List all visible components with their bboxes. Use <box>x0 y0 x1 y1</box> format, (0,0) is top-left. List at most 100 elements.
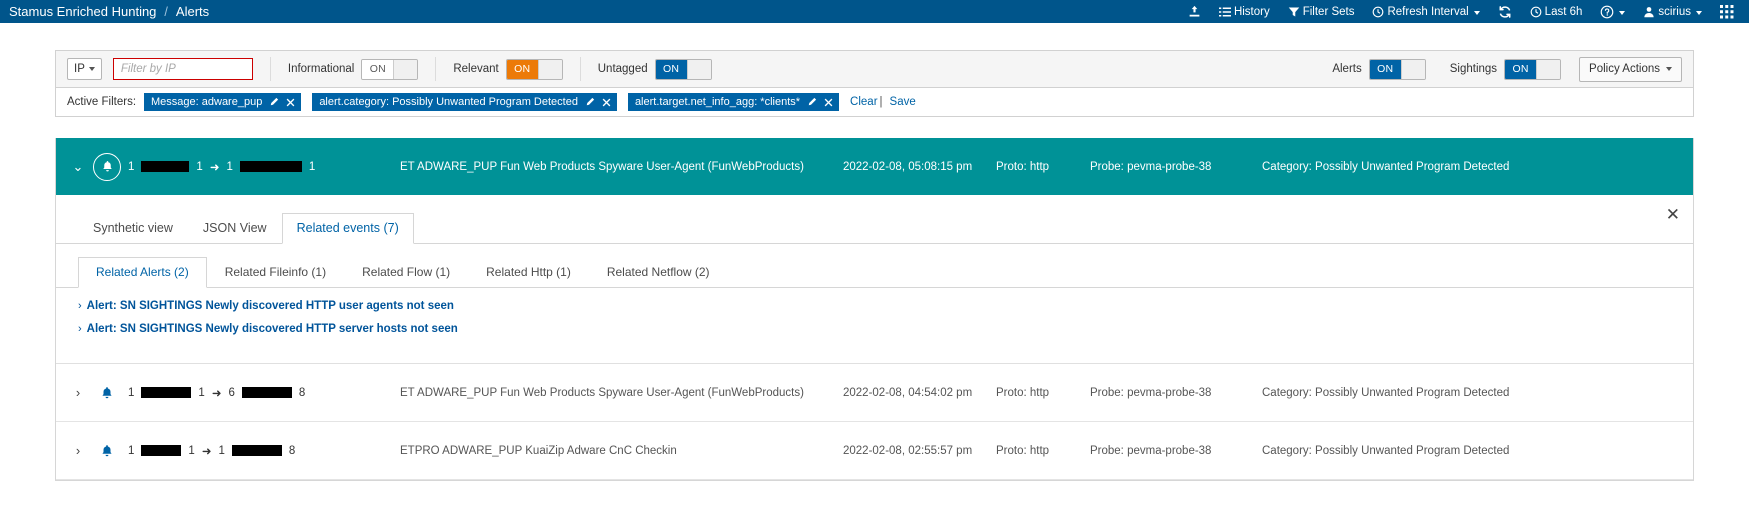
nav-user-menu-button[interactable]: scirius <box>1634 0 1711 23</box>
tab-synthetic-view[interactable]: Synthetic view <box>78 213 188 244</box>
toggle-alerts: Alerts ON <box>1332 58 1426 80</box>
edit-pencil-icon[interactable] <box>585 97 595 107</box>
save-filters-link[interactable]: Save <box>890 96 916 108</box>
toggle-relevant-state: ON <box>506 59 538 79</box>
chevron-right-icon: › <box>78 323 82 335</box>
close-icon[interactable]: ✕ <box>1666 206 1680 223</box>
alert-probe: Probe: pevma-probe-38 <box>1090 160 1212 173</box>
alert-severity-indicator <box>86 152 128 181</box>
policy-actions-button[interactable]: Policy Actions <box>1579 56 1682 82</box>
close-icon[interactable] <box>824 98 833 107</box>
toggle-relevant-label: Relevant <box>453 63 499 75</box>
alert-row[interactable]: › 1 1 ➜ 6 8 ET ADWARE_PUP Fun Web Products… <box>56 364 1693 422</box>
clear-filters-link[interactable]: Clear <box>850 96 877 108</box>
grid-icon <box>1720 4 1734 19</box>
tab-related-netflow[interactable]: Related Netflow (2) <box>589 257 728 288</box>
filter-toolbar: IP Informational ON Relevant ON Untagged <box>55 50 1694 87</box>
related-alert-item[interactable]: › Alert: SN SIGHTINGS Newly discovered H… <box>78 323 1693 335</box>
source-ip-suffix: 1 <box>188 444 195 457</box>
tab-related-flow[interactable]: Related Flow (1) <box>344 257 468 288</box>
nav-reload-button[interactable] <box>1489 0 1521 23</box>
source-ip-prefix: 1 <box>128 386 135 399</box>
alert-ip-pair: 1 1 ➜ 1 1 <box>128 160 400 174</box>
refresh-icon <box>1498 5 1512 19</box>
filter-search-input[interactable] <box>112 58 253 80</box>
toggle-alerts-switch[interactable]: ON <box>1368 58 1426 80</box>
tab-related-alerts[interactable]: Related Alerts (2) <box>78 257 207 288</box>
dest-ip-suffix: 8 <box>288 444 296 457</box>
alert-probe: Probe: pevma-probe-38 <box>1090 386 1212 399</box>
alert-proto: Proto: http <box>996 160 1050 173</box>
filter-field-select[interactable]: IP <box>67 58 102 80</box>
tab-json-view[interactable]: JSON View <box>188 213 282 244</box>
toggle-relevant-switch[interactable]: ON <box>505 58 563 80</box>
alert-ip-pair: 1 1 ➜ 1 8 <box>128 444 400 458</box>
edit-pencil-icon[interactable] <box>807 97 817 107</box>
related-alert-item[interactable]: › Alert: SN SIGHTINGS Newly discovered H… <box>78 300 1693 312</box>
chevron-down-icon[interactable]: ⌄ <box>70 159 86 175</box>
chevron-right-icon[interactable]: › <box>70 385 86 400</box>
tab-related-http[interactable]: Related Http (1) <box>468 257 589 288</box>
nav-upload-button[interactable] <box>1179 0 1210 23</box>
alert-proto: Proto: http <box>996 444 1050 457</box>
nav-time-range-button[interactable]: Last 6h <box>1521 0 1592 23</box>
dest-ip-suffix: 8 <box>298 386 306 399</box>
source-ip-prefix: 1 <box>128 444 135 457</box>
alert-list-panel: ⌄ 1 1 ➜ 1 1 ET ADWARE_PUP Fun Web Products… <box>55 138 1694 481</box>
nav-user-label: scirius <box>1658 5 1691 18</box>
source-ip-redacted <box>141 445 182 456</box>
funnel-icon <box>1288 6 1300 18</box>
dest-ip-prefix: 1 <box>226 160 233 173</box>
alert-probe: Probe: pevma-probe-38 <box>1090 444 1212 457</box>
close-icon[interactable] <box>286 98 295 107</box>
tab-related-fileinfo[interactable]: Related Fileinfo (1) <box>207 257 344 288</box>
dest-ip-redacted <box>231 445 282 456</box>
bell-circle <box>93 152 121 181</box>
filter-chip: Message: adware_pup <box>144 93 302 111</box>
related-alerts-list: › Alert: SN SIGHTINGS Newly discovered H… <box>56 288 1693 352</box>
alert-ip-pair: 1 1 ➜ 6 8 <box>128 386 400 400</box>
arrow-right-icon: ➜ <box>211 387 222 400</box>
nav-app-launcher-button[interactable] <box>1711 0 1743 23</box>
toggle-sightings-switch[interactable]: ON <box>1504 58 1562 80</box>
app-brand-title: Stamus Enriched Hunting <box>9 4 157 19</box>
bell-icon <box>102 386 112 398</box>
toggle-alerts-state: ON <box>1369 59 1401 79</box>
toggle-sightings: Sightings ON <box>1450 58 1562 80</box>
alert-severity-indicator <box>86 444 128 458</box>
toggle-relevant: Relevant ON <box>453 58 563 80</box>
toggle-knob <box>393 59 418 79</box>
chevron-right-icon[interactable]: › <box>70 443 86 458</box>
tab-related-events[interactable]: Related events (7) <box>281 213 414 244</box>
chevron-right-icon: › <box>78 300 82 312</box>
edit-pencil-icon[interactable] <box>269 97 279 107</box>
user-icon <box>1643 6 1655 18</box>
filter-chip-actions <box>807 97 833 107</box>
nav-history-button[interactable]: History <box>1210 0 1279 23</box>
alert-row-selected[interactable]: ⌄ 1 1 ➜ 1 1 ET ADWARE_PUP Fun Web Products… <box>56 138 1693 195</box>
filter-chip-actions <box>269 97 295 107</box>
toggle-knob <box>1400 59 1425 79</box>
toolbar-divider <box>269 57 271 81</box>
nav-filter-sets-button[interactable]: Filter Sets <box>1279 0 1364 23</box>
toolbar-divider <box>435 57 437 81</box>
toggle-informational: Informational ON <box>288 58 419 80</box>
list-icon <box>1218 6 1231 18</box>
chevron-down-icon <box>1696 10 1702 15</box>
alert-category: Category: Possibly Unwanted Program Dete… <box>1262 386 1510 399</box>
active-filters-bar: Active Filters: Message: adware_pup aler… <box>55 87 1694 117</box>
alert-row[interactable]: › 1 1 ➜ 1 8 ETPRO ADWARE_PUP KuaiZip Adwar… <box>56 422 1693 480</box>
filter-field-select-value: IP <box>74 63 85 75</box>
nav-filter-sets-label: Filter Sets <box>1302 5 1355 18</box>
toggle-untagged-switch[interactable]: ON <box>654 58 712 80</box>
alert-severity-indicator <box>86 386 128 400</box>
alert-category: Category: Possibly Unwanted Program Dete… <box>1262 444 1510 457</box>
nav-refresh-interval-button[interactable]: Refresh Interval <box>1363 0 1488 23</box>
nav-help-button[interactable] <box>1591 0 1634 23</box>
close-icon[interactable] <box>602 98 611 107</box>
nav-time-range-label: Last 6h <box>1544 5 1583 18</box>
source-ip-suffix: 1 <box>198 386 205 399</box>
filter-chip-text: alert.target.net_info_agg: *clients* <box>634 96 801 108</box>
alert-signature: ETPRO ADWARE_PUP KuaiZip Adware CnC Chec… <box>400 444 677 457</box>
toggle-informational-switch[interactable]: ON <box>361 58 419 80</box>
